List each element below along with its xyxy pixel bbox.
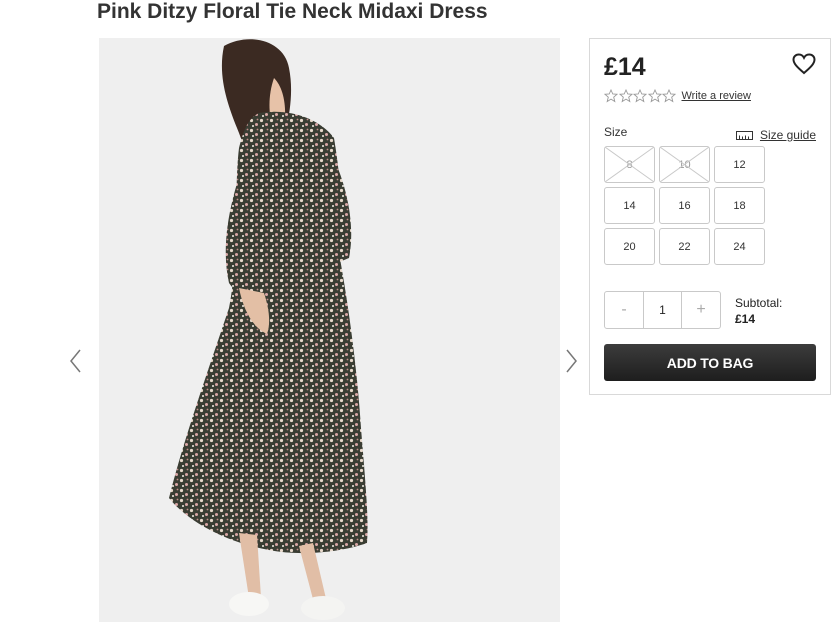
- size-option-8[interactable]: 8: [604, 146, 655, 183]
- size-guide-link[interactable]: Size guide: [735, 128, 816, 142]
- star-icon: [604, 89, 618, 103]
- chevron-left-icon: [70, 349, 81, 373]
- gallery-prev-button[interactable]: [68, 348, 84, 374]
- size-guide-label: Size guide: [759, 128, 816, 142]
- size-option-label: 14: [623, 199, 636, 212]
- gallery-next-button[interactable]: [564, 348, 580, 374]
- size-option-label: 24: [733, 240, 746, 253]
- product-title: Pink Ditzy Floral Tie Neck Midaxi Dress: [97, 0, 488, 23]
- unavailable-cross-icon: [605, 147, 654, 182]
- chevron-right-icon: [566, 349, 577, 373]
- wishlist-button[interactable]: [792, 53, 816, 75]
- size-option-label: 20: [623, 240, 636, 253]
- unavailable-cross-icon: [660, 147, 709, 182]
- size-label: Size: [604, 125, 628, 139]
- product-image[interactable]: [99, 38, 560, 622]
- price: £14: [604, 53, 646, 81]
- buy-panel: £14 Write a review Size Size guide 12 14…: [589, 38, 831, 395]
- size-option-14[interactable]: 14: [604, 187, 655, 224]
- size-option-10[interactable]: 10: [659, 146, 710, 183]
- size-option-label: 18: [733, 199, 746, 212]
- size-option-label: 22: [678, 240, 691, 253]
- quantity-input[interactable]: 1: [643, 292, 682, 328]
- size-option-18[interactable]: 18: [714, 187, 765, 224]
- size-grid: 810 12 14 16 18 20 22 24: [604, 146, 765, 265]
- size-option-16[interactable]: 16: [659, 187, 710, 224]
- size-option-22[interactable]: 22: [659, 228, 710, 265]
- star-icon: [618, 89, 633, 103]
- product-page: Pink Ditzy Floral Tie Neck Midaxi Dress: [0, 0, 833, 622]
- quantity-decrease-button[interactable]: -: [605, 292, 643, 328]
- size-option-label: 12: [733, 158, 746, 171]
- size-option-24[interactable]: 24: [714, 228, 765, 265]
- subtotal-amount: £14: [735, 312, 756, 326]
- ruler-icon: [735, 130, 753, 140]
- star-icon: [662, 89, 676, 103]
- subtotal-label: Subtotal:: [735, 296, 783, 310]
- heart-icon: [792, 53, 816, 75]
- quantity-increase-button[interactable]: +: [682, 292, 720, 328]
- dress-photo: [99, 38, 560, 622]
- quantity-stepper: - 1 +: [604, 291, 721, 329]
- rating: Write a review: [604, 89, 751, 103]
- subtotal: Subtotal: £14: [735, 295, 782, 327]
- size-option-20[interactable]: 20: [604, 228, 655, 265]
- write-review-link[interactable]: Write a review: [682, 89, 751, 103]
- size-option-label: 16: [678, 199, 691, 212]
- star-icon: [647, 89, 662, 103]
- add-to-bag-button[interactable]: ADD TO BAG: [604, 344, 816, 381]
- star-icon: [633, 89, 647, 103]
- size-option-12[interactable]: 12: [714, 146, 765, 183]
